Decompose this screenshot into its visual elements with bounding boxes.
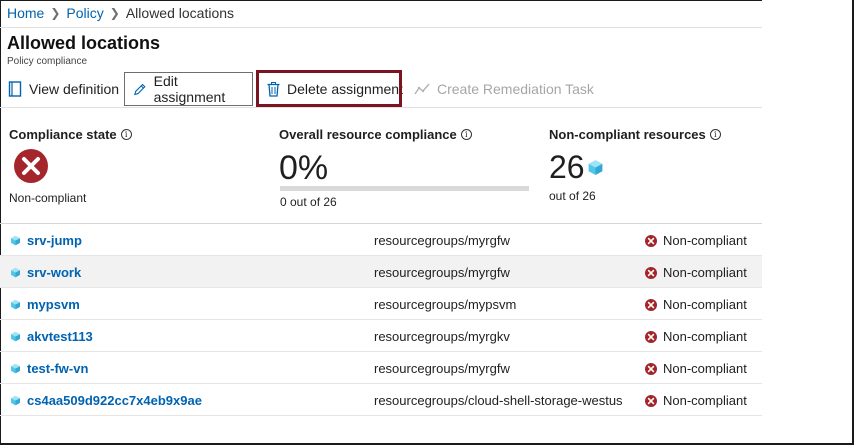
view-definition-label: View definition — [29, 81, 120, 97]
resource-cube-icon — [11, 395, 20, 406]
compliance-status: Non-compliant — [645, 361, 747, 376]
compliance-status: Non-compliant — [645, 393, 747, 408]
resource-name-link[interactable]: cs4aa509d922cc7x4eb9x9ae — [10, 393, 202, 408]
noncompliant-sub: out of 26 — [549, 189, 596, 203]
compliance-status-label: Non-compliant — [663, 393, 747, 408]
view-definition-button[interactable]: View definition — [0, 72, 127, 106]
error-circle-icon — [14, 149, 48, 183]
info-icon[interactable]: i — [460, 129, 472, 140]
compliance-status: Non-compliant — [645, 329, 747, 344]
resource-cube-icon — [11, 235, 20, 246]
compliance-state-value: Non-compliant — [9, 191, 87, 205]
resource-name: srv-work — [27, 265, 82, 280]
breadcrumb-home[interactable]: Home — [7, 5, 44, 21]
divider — [0, 107, 762, 108]
noncompliant-resources-label: Non-compliant resources — [549, 127, 706, 142]
overall-compliance-percent: 0% — [279, 149, 329, 187]
error-circle-icon — [645, 234, 657, 247]
compliance-status-label: Non-compliant — [663, 297, 747, 312]
error-circle-icon — [645, 362, 657, 375]
resource-name: akvtest113 — [27, 329, 93, 344]
breadcrumb: Home ❯ Policy ❯ Allowed locations — [7, 5, 234, 21]
right-gutter — [762, 0, 852, 443]
compliance-state-metric: Compliance state i — [9, 127, 132, 142]
page-subtitle: Policy compliance — [7, 56, 88, 67]
document-icon — [8, 81, 22, 97]
table-row[interactable]: akvtest113 resourcegroups/myrgkv Non-compl… — [0, 320, 762, 352]
resource-name-link[interactable]: akvtest113 — [10, 329, 93, 344]
resource-group: resourcegroups/myrgfw — [374, 233, 510, 248]
resource-group: resourcegroups/cloud-shell-storage-westu… — [374, 393, 623, 408]
table-row[interactable]: test-fw-vn resourcegroups/myrgfw Non-compl… — [0, 352, 762, 384]
compliance-status-label: Non-compliant — [663, 233, 747, 248]
breadcrumb-policy[interactable]: Policy — [66, 5, 103, 21]
trend-icon — [414, 83, 430, 95]
overall-compliance-metric: Overall resource compliance i — [279, 127, 472, 142]
table-row[interactable]: srv-work resourcegroups/myrgfw Non-complia… — [0, 256, 762, 288]
divider — [0, 27, 762, 28]
table-row[interactable]: cs4aa509d922cc7x4eb9x9ae resourcegroups/c… — [0, 384, 762, 416]
error-circle-icon — [645, 266, 657, 279]
info-icon[interactable]: i — [709, 129, 721, 140]
resource-name-link[interactable]: test-fw-vn — [10, 361, 88, 376]
compliance-status-label: Non-compliant — [663, 265, 747, 280]
overall-compliance-sub: 0 out of 26 — [280, 195, 337, 209]
edit-assignment-button[interactable]: Edit assignment — [124, 72, 253, 106]
resource-group: resourcegroups/myrgfw — [374, 265, 510, 280]
resource-cube-icon — [588, 160, 602, 175]
resource-cube-icon — [11, 363, 20, 374]
resource-name: srv-jump — [27, 233, 82, 248]
noncompliant-resources-metric: Non-compliant resources i — [549, 127, 721, 142]
compliance-status-label: Non-compliant — [663, 329, 747, 344]
page-title: Allowed locations — [7, 33, 161, 53]
resource-name-link[interactable]: srv-jump — [10, 233, 82, 248]
resource-cube-icon — [11, 331, 20, 342]
resource-name-link[interactable]: mypsvm — [10, 297, 80, 312]
info-icon[interactable]: i — [120, 129, 132, 140]
resource-name: mypsvm — [27, 297, 80, 312]
create-remediation-label: Create Remediation Task — [437, 81, 594, 97]
error-circle-icon — [645, 394, 657, 407]
command-bar: View definition Edit assignment Delete a… — [0, 70, 762, 108]
compliance-status: Non-compliant — [645, 265, 747, 280]
compliance-status: Non-compliant — [645, 297, 747, 312]
table-row[interactable]: srv-jump resourcegroups/myrgfw Non-complia… — [0, 224, 762, 256]
table-row[interactable]: mypsvm resourcegroups/mypsvm Non-compliant — [0, 288, 762, 320]
chevron-right-icon: ❯ — [109, 6, 120, 20]
compliance-state-label: Compliance state — [9, 127, 117, 142]
resource-group: resourcegroups/myrgkv — [374, 329, 510, 344]
pencil-icon — [134, 83, 146, 95]
resource-cube-icon — [11, 299, 20, 310]
create-remediation-task-button[interactable]: Create Remediation Task — [406, 72, 602, 106]
resource-name-link[interactable]: srv-work — [10, 265, 81, 280]
compliance-status-label: Non-compliant — [663, 361, 747, 376]
breadcrumb-current: Allowed locations — [125, 5, 235, 21]
error-circle-icon — [645, 298, 657, 311]
noncompliant-count: 26 — [549, 149, 604, 186]
noncompliant-count-value: 26 — [549, 149, 585, 185]
delete-highlight-box — [256, 70, 402, 107]
error-circle-icon — [645, 330, 657, 343]
overall-compliance-label: Overall resource compliance — [279, 127, 457, 142]
resource-name: test-fw-vn — [27, 361, 89, 376]
edit-assignment-label: Edit assignment — [153, 73, 226, 105]
resource-name: cs4aa509d922cc7x4eb9x9ae — [27, 393, 202, 408]
chevron-right-icon: ❯ — [50, 6, 61, 20]
resource-group: resourcegroups/mypsvm — [374, 297, 517, 312]
resource-cube-icon — [11, 267, 20, 278]
resource-group: resourcegroups/myrgfw — [374, 361, 510, 376]
compliance-status: Non-compliant — [645, 233, 747, 248]
compliance-progress-bar — [280, 186, 529, 191]
